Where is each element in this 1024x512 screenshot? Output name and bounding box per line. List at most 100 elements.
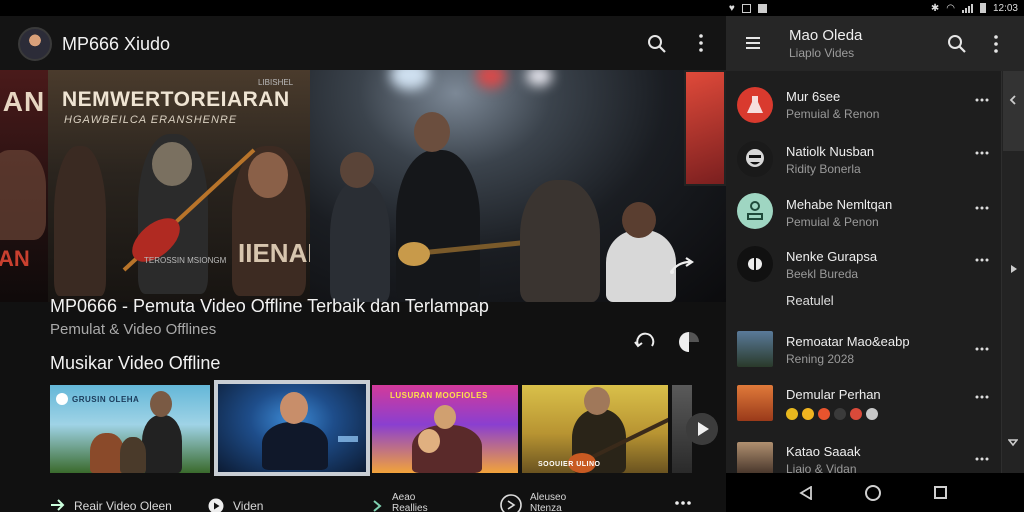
poster-corner-text: LIBISHEL — [258, 78, 294, 87]
battery-icon — [979, 3, 986, 13]
list-item[interactable]: Mur 6see Pemuial & Renon — [726, 84, 1001, 126]
hero-poster-album[interactable]: LIBISHEL NEMWERTOREIARAN HGAWBEILCA ERAN… — [48, 70, 310, 302]
status-time: 12:03 — [992, 2, 1018, 14]
avatar — [737, 87, 773, 123]
chevron-right-icon[interactable] — [1009, 264, 1019, 274]
video-subtitle: Pemulat & Video Offlines — [50, 321, 217, 338]
app-title: MP666 Xiudo — [62, 34, 171, 54]
search-icon[interactable] — [647, 34, 667, 54]
list-item[interactable]: Remoatar Mao&eabp Rening 2028 — [726, 328, 1001, 370]
color-swatches — [786, 408, 878, 420]
video-thumbnail-1[interactable]: GRUSIN OLEHA — [50, 385, 210, 473]
more-horiz-icon[interactable] — [975, 98, 989, 102]
thumb-label-3-line-1: Aeao — [392, 492, 416, 503]
thumb-label-4-line-2: Ntenza — [530, 503, 562, 512]
avatar — [737, 442, 773, 473]
concert-guitar — [398, 239, 531, 266]
volume-icon[interactable] — [678, 330, 700, 354]
signal-icon — [961, 3, 973, 13]
back-icon[interactable] — [799, 486, 813, 500]
list-item-title: Demular Perhan — [786, 387, 881, 402]
avatar — [737, 385, 773, 421]
more-horiz-icon[interactable] — [975, 347, 989, 351]
list-item-extra: Reatulel — [786, 293, 834, 308]
video-thumbnail-3[interactable]: LUSURAN MOOFIOLES — [372, 385, 518, 473]
list-item-title: Mehabe Nemltqan — [786, 197, 893, 212]
thumb-1-poster-text: GRUSIN OLEHA — [72, 395, 140, 404]
list-item-title: Nenke Gurapsa — [786, 249, 878, 264]
list-item[interactable]: Demular Perhan — [726, 382, 1001, 424]
list-item-subtitle: Rening 2028 — [786, 352, 855, 366]
arrow-right-icon — [51, 499, 65, 511]
list-item-subtitle: Beekl Bureda — [786, 267, 859, 281]
more-vert-icon[interactable] — [693, 33, 709, 53]
list-item[interactable]: Nenke Gurapsa Beekl Bureda Reatulel — [726, 244, 1001, 314]
bluetooth-icon: ✱ — [930, 2, 940, 14]
list-item-title: Mur 6see — [786, 89, 841, 104]
video-thumbnail-4[interactable]: SOOUIER ULINO — [522, 385, 668, 473]
thumb-label-4-line-1: Aleuseo — [530, 492, 567, 503]
thumb-label-2[interactable]: Viden — [233, 499, 263, 512]
avatar — [737, 246, 773, 282]
chevron-down-icon[interactable] — [1008, 437, 1018, 447]
list-item-subtitle: Pemuial & Penon — [786, 215, 879, 229]
menu-icon[interactable] — [746, 37, 760, 49]
poster-caption: TEROSSIN MSIONGM — [144, 256, 227, 265]
share-icon[interactable] — [668, 256, 696, 276]
replay-circle-icon — [500, 494, 522, 512]
more-horiz-icon[interactable] — [674, 499, 692, 507]
poster-left-text-bottom: AN — [0, 246, 30, 271]
heart-icon: ♥ — [728, 2, 735, 14]
list-item[interactable]: Mehabe Nemltqan Pemuial & Penon — [726, 192, 1001, 234]
more-horiz-icon[interactable] — [975, 258, 989, 262]
poster-headline: NEMWERTOREIARAN — [62, 88, 290, 111]
list-item-title: Natiolk Nusban — [786, 144, 875, 159]
more-horiz-icon[interactable] — [975, 151, 989, 155]
section-title: Musikar Video Offline — [50, 353, 221, 373]
avatar — [737, 331, 773, 367]
panel-subtitle: Liaplo Vides — [789, 46, 855, 60]
thumb-label-4[interactable]: Aleuseo Ntenza — [530, 492, 566, 512]
more-horiz-icon[interactable] — [975, 206, 989, 210]
status-bar: ♥ ✱ ◠ 12:03 — [0, 0, 1024, 16]
hero-concert-image[interactable] — [310, 70, 726, 302]
avatar — [737, 141, 773, 177]
scrollbar-thumb[interactable] — [1003, 71, 1024, 151]
chevron-right-icon — [373, 500, 382, 512]
play-circle-icon — [208, 498, 224, 512]
person-icon — [747, 201, 763, 220]
list-item[interactable]: Katao Saaak Liaio & Vidan — [726, 438, 1001, 473]
thumb-label-1[interactable]: Reair Video Oleen — [74, 499, 172, 512]
avatar[interactable] — [18, 27, 52, 61]
list-item-title: Katao Saaak — [786, 444, 861, 459]
thumb-label-3[interactable]: Aeao Reallies — [392, 492, 428, 512]
list-item-subtitle: Ridity Bonerla — [786, 162, 861, 176]
hero-poster-left[interactable]: IAN AN — [0, 70, 48, 302]
play-next-icon[interactable] — [686, 413, 718, 445]
search-icon[interactable] — [947, 34, 967, 54]
repeat-icon[interactable] — [634, 331, 658, 353]
flask-icon — [747, 96, 763, 113]
image-icon — [741, 3, 751, 13]
video-thumbnail-2-selected[interactable] — [214, 380, 370, 476]
more-horiz-icon[interactable] — [975, 457, 989, 461]
thumb-label-3-line-2: Reallies — [392, 503, 428, 512]
playlist-panel: Mao Oleda Liaplo Vides Mur 6see Pemuial … — [726, 16, 1024, 512]
face-icon — [746, 149, 764, 167]
list-item[interactable]: Natiolk Nusban Ridity Bonerla — [726, 138, 1001, 180]
panel-scrollbar[interactable] — [1001, 71, 1024, 473]
panel-header: Mao Oleda Liaplo Vides — [726, 16, 1024, 71]
avatar — [737, 193, 773, 229]
chevron-up-icon[interactable] — [1008, 95, 1018, 105]
poster-footer-word: IIENAN — [238, 238, 310, 268]
poster-left-text-top: IAN — [0, 86, 46, 117]
recents-icon[interactable] — [934, 486, 947, 499]
thumb-3-poster-text: LUSURAN MOOFIOLES — [390, 391, 488, 400]
more-vert-icon[interactable] — [992, 34, 1000, 54]
list-item-subtitle: Liaio & Vidan — [786, 462, 857, 473]
home-icon[interactable] — [865, 485, 881, 501]
list-item-title: Remoatar Mao&eabp — [786, 334, 910, 349]
photo-icon — [757, 3, 767, 13]
more-horiz-icon[interactable] — [975, 395, 989, 399]
hero-banner[interactable]: IAN AN LIBISHEL NEMWERTOREIARAN HGAWBEIL… — [0, 70, 726, 302]
